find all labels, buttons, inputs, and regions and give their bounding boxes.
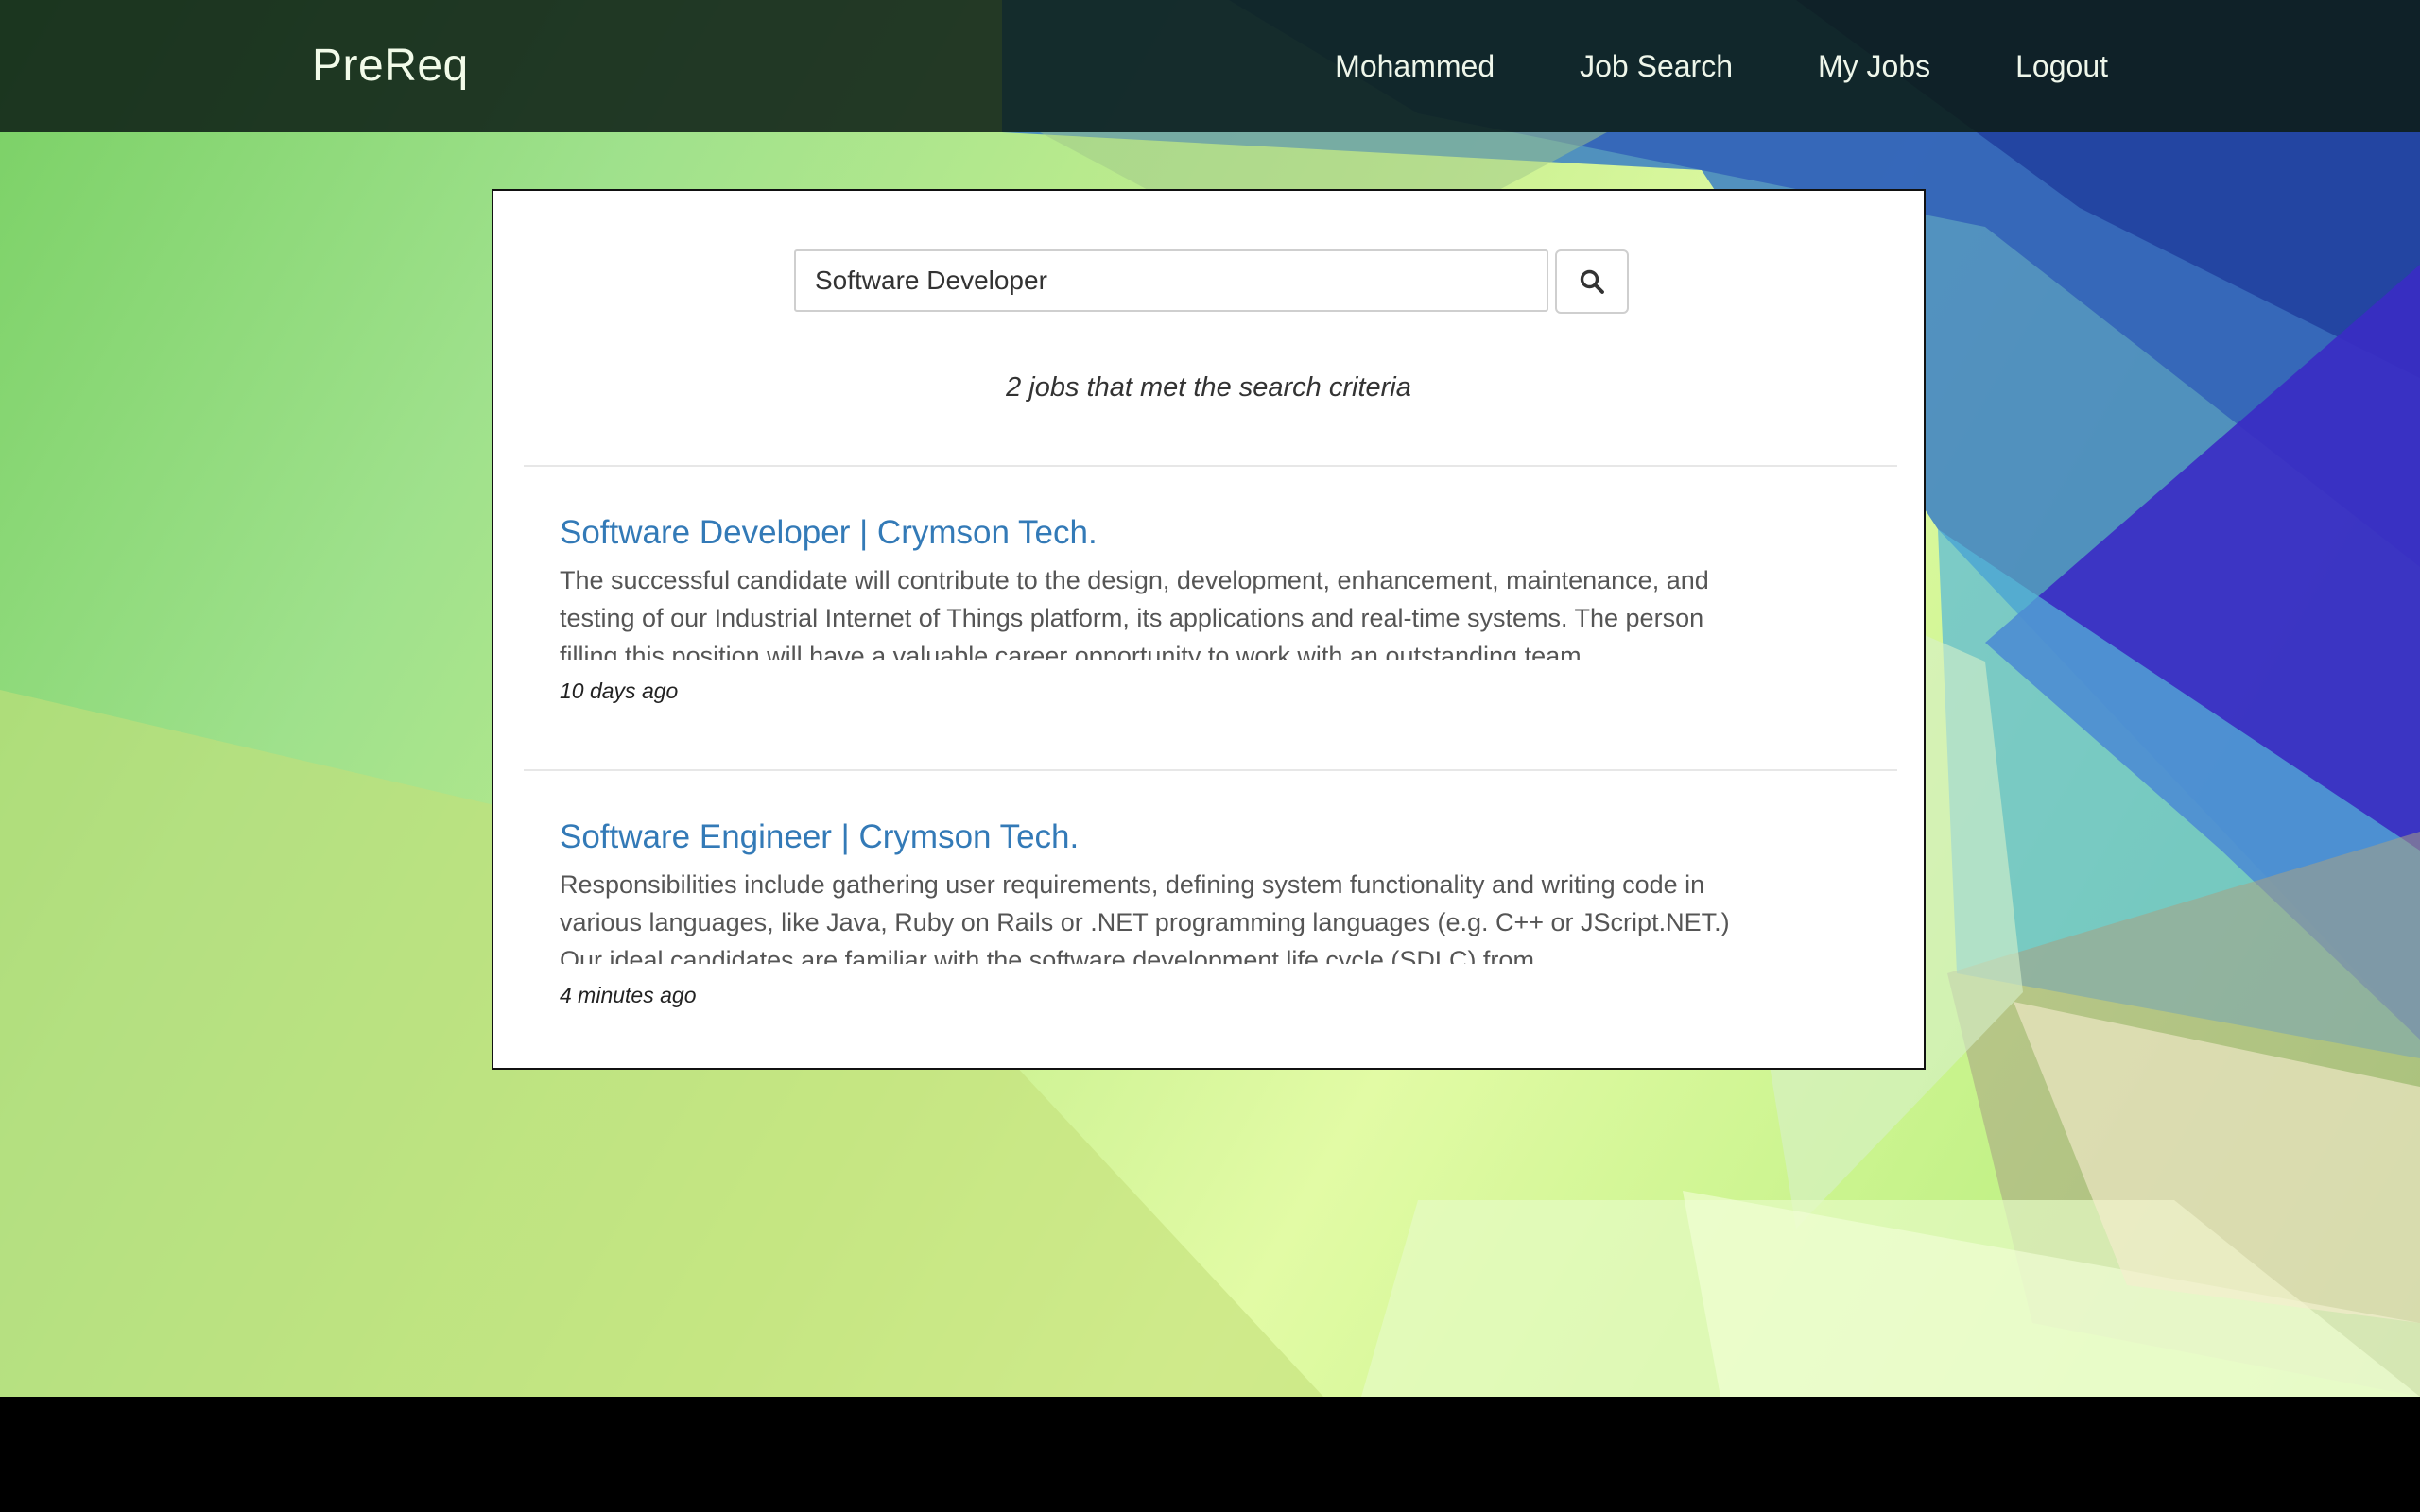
search-bar bbox=[794, 249, 1629, 314]
job-posted-time: 4 minutes ago bbox=[560, 983, 697, 1007]
divider bbox=[524, 769, 1897, 771]
brand-logo[interactable]: PreReq bbox=[312, 40, 469, 92]
job-description: Responsibilities include gathering user … bbox=[560, 870, 1730, 964]
nav-item-user[interactable]: Mohammed bbox=[1335, 49, 1495, 84]
nav-item-job-search[interactable]: Job Search bbox=[1580, 49, 1733, 84]
page-background: PreReq Mohammed Job Search My Jobs Logou… bbox=[0, 0, 2420, 1397]
nav-links: Mohammed Job Search My Jobs Logout bbox=[1250, 49, 2108, 84]
search-input[interactable] bbox=[794, 249, 1548, 312]
job-description: The successful candidate will contribute… bbox=[560, 566, 1709, 660]
search-icon bbox=[1580, 269, 1604, 294]
search-button[interactable] bbox=[1555, 249, 1629, 314]
divider bbox=[524, 465, 1897, 467]
job-listing: Software Engineer | Crymson Tech. Respon… bbox=[560, 816, 1751, 1008]
nav-item-logout[interactable]: Logout bbox=[2015, 49, 2108, 84]
job-title-link[interactable]: Software Developer | Crymson Tech. bbox=[560, 512, 1751, 554]
job-listing: Software Developer | Crymson Tech. The s… bbox=[560, 512, 1751, 704]
result-count: 2 jobs that met the search criteria bbox=[1006, 372, 1411, 403]
job-posted-time: 10 days ago bbox=[560, 679, 679, 703]
bottom-black-bar bbox=[0, 1397, 2420, 1512]
nav-item-my-jobs[interactable]: My Jobs bbox=[1818, 49, 1930, 84]
top-navbar: PreReq Mohammed Job Search My Jobs Logou… bbox=[0, 0, 2420, 132]
job-title-link[interactable]: Software Engineer | Crymson Tech. bbox=[560, 816, 1751, 858]
search-results-card: 2 jobs that met the search criteria Soft… bbox=[492, 189, 1926, 1070]
